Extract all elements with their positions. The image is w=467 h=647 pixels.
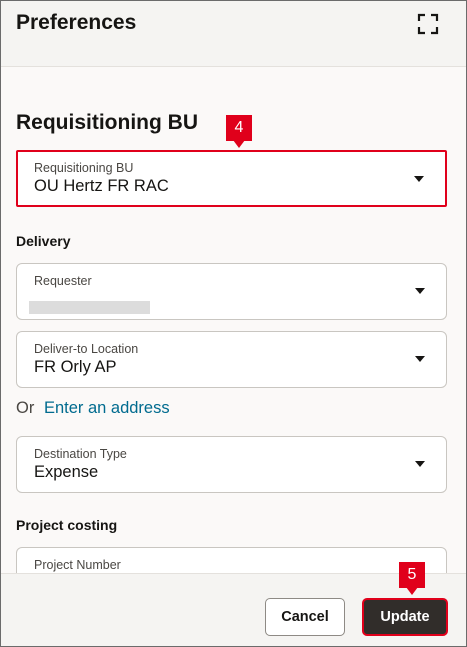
delivery-heading: Delivery xyxy=(16,233,71,249)
cancel-button[interactable]: Cancel xyxy=(265,598,345,636)
deliver-to-location-select[interactable]: Deliver-to Location FR Orly AP xyxy=(16,331,447,388)
requisitioning-bu-label: Requisitioning BU xyxy=(34,161,134,175)
requester-value-redacted xyxy=(29,301,150,314)
step-4-callout: 4 xyxy=(226,115,252,148)
project-costing-heading: Project costing xyxy=(16,517,118,533)
step-5-callout: 5 xyxy=(399,562,425,595)
expand-icon[interactable] xyxy=(417,13,439,35)
dialog-footer: Cancel Update xyxy=(1,573,466,646)
requester-label: Requester xyxy=(34,274,92,288)
requisitioning-bu-select[interactable]: Requisitioning BU OU Hertz FR RAC xyxy=(16,150,447,207)
chevron-down-icon xyxy=(415,356,425,362)
dialog-header: Preferences xyxy=(1,1,466,67)
requester-select[interactable]: Requester xyxy=(16,263,447,320)
destination-type-label: Destination Type xyxy=(34,447,127,461)
address-option-row: Or Enter an address xyxy=(16,399,170,418)
enter-address-link[interactable]: Enter an address xyxy=(44,399,170,417)
update-button[interactable]: Update xyxy=(362,598,448,636)
dialog-title: Preferences xyxy=(16,11,137,34)
chevron-down-icon xyxy=(414,176,424,182)
chevron-down-icon xyxy=(415,461,425,467)
preferences-dialog: Preferences Requisitioning BU Requisitio… xyxy=(0,0,467,647)
project-number-label: Project Number xyxy=(34,558,121,572)
or-text: Or xyxy=(16,399,35,417)
destination-type-select[interactable]: Destination Type Expense xyxy=(16,436,447,493)
deliver-to-location-label: Deliver-to Location xyxy=(34,342,139,356)
destination-type-value: Expense xyxy=(34,463,99,481)
chevron-down-icon xyxy=(415,288,425,294)
project-number-select[interactable]: Project Number xyxy=(16,547,447,573)
deliver-to-location-value: FR Orly AP xyxy=(34,358,117,376)
requisitioning-bu-value: OU Hertz FR RAC xyxy=(34,177,169,195)
requisitioning-bu-heading: Requisitioning BU xyxy=(16,111,198,134)
